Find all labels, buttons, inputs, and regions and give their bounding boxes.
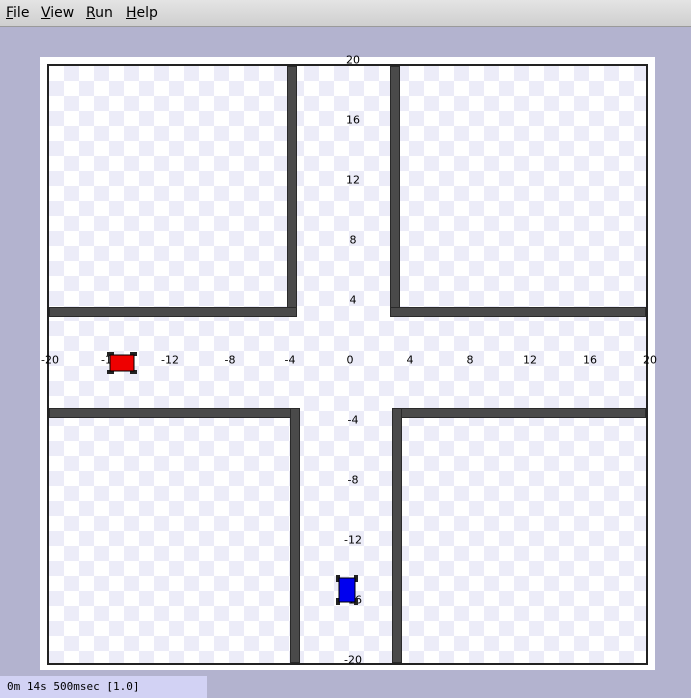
x-tick-label: -12: [161, 353, 179, 367]
y-tick-label: -20: [344, 653, 362, 667]
x-tick-label: -4: [284, 353, 296, 367]
red-robot[interactable]: [107, 352, 137, 374]
y-tick-label: 16: [346, 113, 360, 127]
x-tick-label: 20: [643, 353, 657, 367]
wall-upper-right-horizontal: [390, 307, 646, 317]
wall-lower-left-vertical: [290, 408, 300, 663]
y-tick-label: -8: [347, 473, 359, 487]
x-tick-label: 8: [466, 353, 474, 367]
sim-time-text: 0m 14s 500msec [1.0]: [7, 680, 140, 693]
y-tick-label: 20: [346, 53, 360, 67]
x-tick-label: -20: [41, 353, 59, 367]
wall-upper-left-vertical: [287, 66, 297, 317]
x-tick-label: -8: [224, 353, 236, 367]
menu-file[interactable]: File: [6, 5, 29, 21]
x-tick-label: 0: [346, 353, 354, 367]
wall-lower-right-horizontal: [392, 408, 646, 418]
y-tick-label: 12: [346, 173, 360, 187]
blue-robot[interactable]: [336, 575, 358, 605]
y-tick-label: 8: [349, 233, 357, 247]
x-tick-label: 12: [523, 353, 537, 367]
wall-lower-left-horizontal: [49, 408, 300, 418]
x-tick-label: 4: [406, 353, 414, 367]
y-tick-label: -4: [347, 413, 359, 427]
menu-view[interactable]: View: [41, 5, 74, 21]
wall-lower-right-vertical: [392, 408, 402, 663]
status-bar: 0m 14s 500msec [1.0]: [0, 676, 207, 698]
menu-help[interactable]: Help: [126, 5, 158, 21]
x-tick-label: 16: [583, 353, 597, 367]
y-tick-label: 4: [349, 293, 357, 307]
menu-run[interactable]: Run: [86, 5, 113, 21]
y-tick-label: -12: [344, 533, 362, 547]
menu-bar: File View Run Help: [0, 0, 691, 27]
wall-upper-right-vertical: [390, 66, 400, 317]
wall-upper-left-horizontal: [49, 307, 297, 317]
